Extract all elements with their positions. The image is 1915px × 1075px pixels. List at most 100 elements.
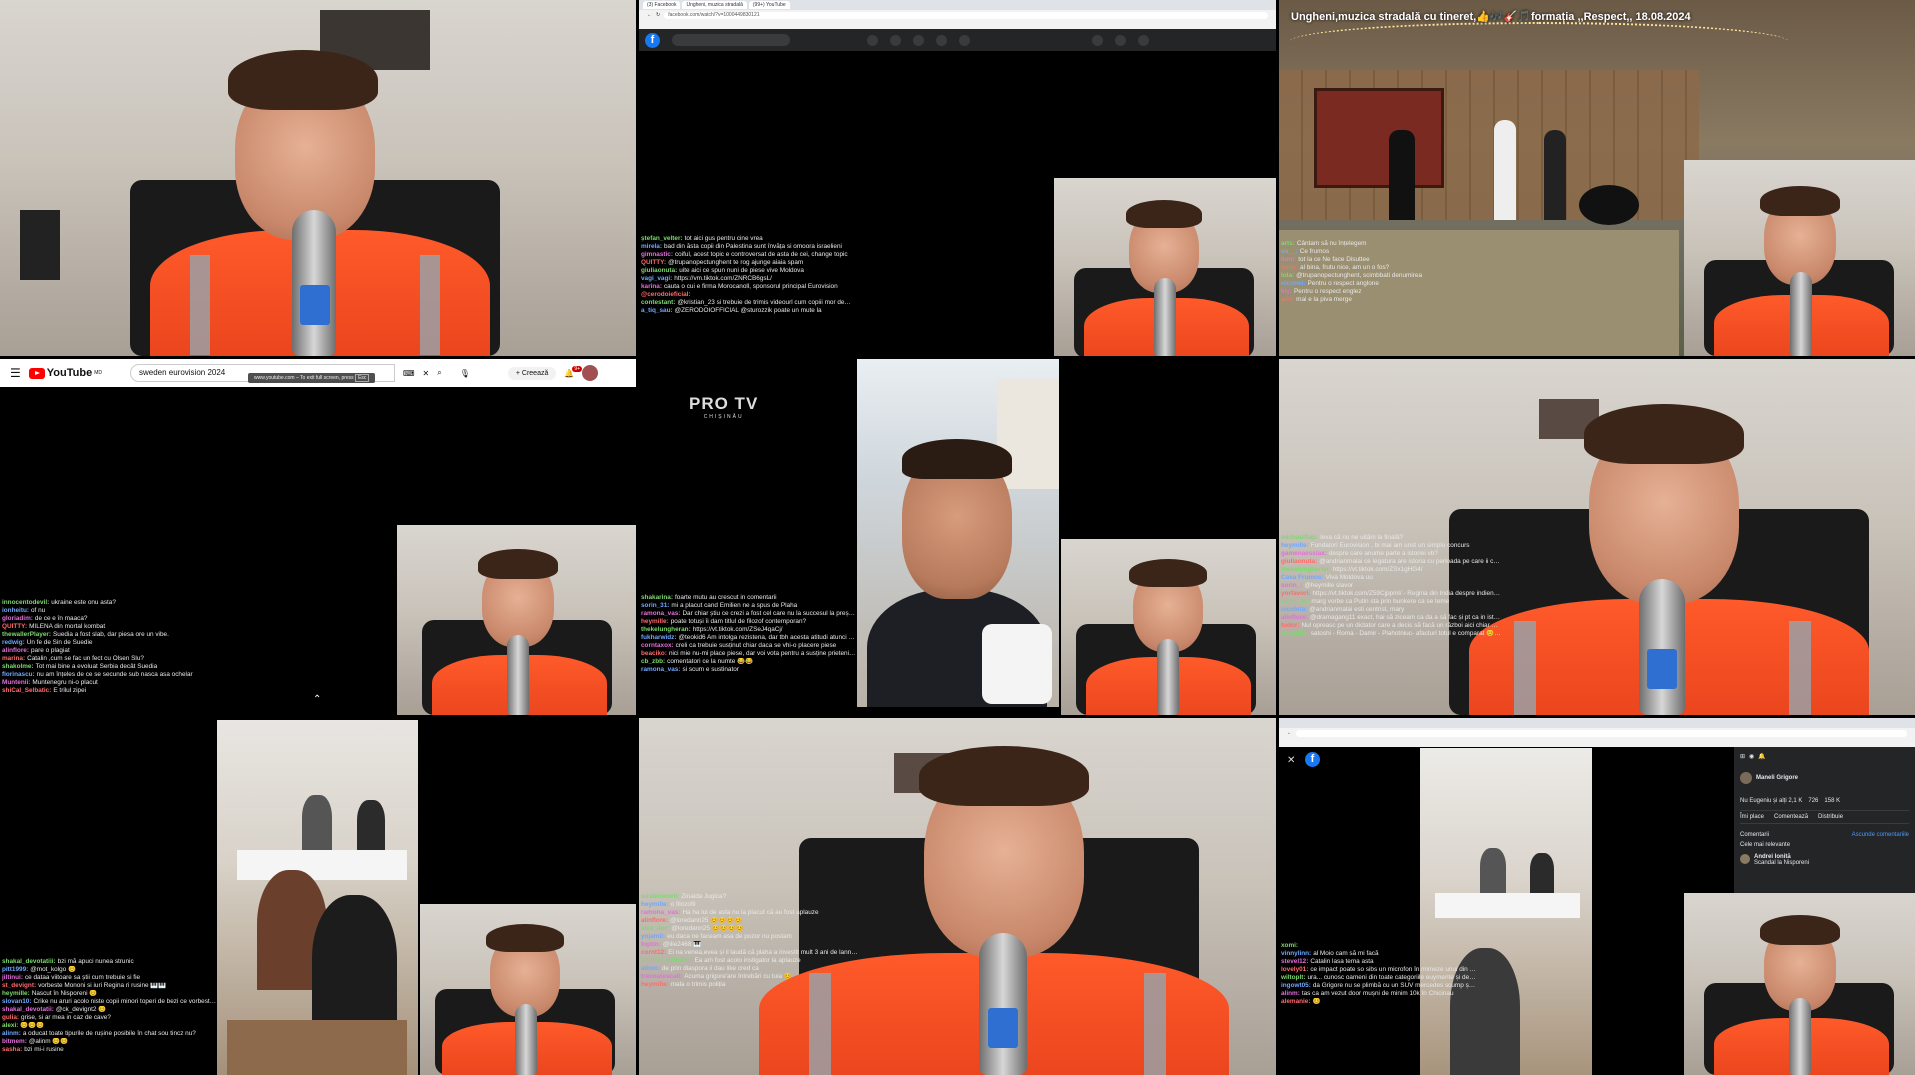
sort-dropdown[interactable]: Cele mai relevante <box>1740 842 1909 848</box>
chat-username[interactable]: pitt1999: <box>2 966 28 973</box>
chat-username[interactable]: michaelflap: <box>1281 534 1318 541</box>
browser-tab[interactable]: (99+) YouTube <box>748 1 790 9</box>
chat-username[interactable]: heymille: <box>641 901 669 908</box>
chat-username[interactable]: heymille: <box>1281 630 1309 637</box>
comments-count[interactable]: 726 <box>1808 798 1818 804</box>
chat-username[interactable]: ramona_vas: <box>641 909 680 916</box>
chat-username[interactable]: heymille: <box>641 618 669 625</box>
chat-username[interactable]: karina: <box>641 283 662 290</box>
chat-username[interactable]: vu__: <box>1281 248 1298 255</box>
chat-username[interactable]: cornt12: <box>641 949 666 956</box>
chat-username[interactable]: alinflore: <box>1281 614 1308 621</box>
chat-username[interactable]: lumi: <box>1281 256 1296 263</box>
chat-username[interactable]: ramona_vas: <box>641 666 680 673</box>
chat-username[interactable]: arts: <box>1281 240 1295 247</box>
chat-username[interactable]: sorin_: <box>1281 582 1302 589</box>
chat-username[interactable]: alinm: <box>1281 990 1300 997</box>
menu-grid-icon[interactable] <box>1092 34 1103 46</box>
nav-icon[interactable] <box>867 34 878 46</box>
browser-tab[interactable]: Ungheni, muzica stradală <box>682 1 747 9</box>
chat-username[interactable]: marina: <box>2 655 25 662</box>
avatar[interactable] <box>582 365 599 381</box>
chat-username[interactable]: gulia: <box>2 1014 19 1021</box>
chat-username[interactable]: sorin_31: <box>641 602 669 609</box>
chat-username[interactable]: lola: <box>1281 272 1294 279</box>
chat-username[interactable]: sasha: <box>2 1046 22 1053</box>
chat-username[interactable]: niconel: <box>1281 280 1306 287</box>
like-button[interactable]: Îmi place <box>1740 814 1764 820</box>
comment-button[interactable]: Comentează <box>1774 814 1808 820</box>
chat-username[interactable]: wiltoplt: <box>1281 974 1306 981</box>
avatar[interactable] <box>1740 772 1752 784</box>
nav-icon[interactable] <box>913 34 924 46</box>
chat-username[interactable]: mirela: <box>641 243 662 250</box>
chat-username[interactable]: stevel12: <box>1281 958 1308 965</box>
avatar[interactable] <box>1740 854 1750 864</box>
chat-username[interactable]: giuliaonuta: <box>641 267 677 274</box>
notifications-icon[interactable]: 🔔 <box>1758 753 1765 760</box>
chat-username[interactable]: alexi: <box>2 1022 18 1029</box>
chat-username[interactable]: toptin: <box>641 941 661 948</box>
chat-username[interactable]: beaciko: <box>641 650 667 657</box>
chat-username[interactable]: alinflore: <box>2 647 29 654</box>
chat-username[interactable]: fukharwidz: <box>641 634 677 641</box>
chat-username[interactable]: corntaxox: <box>641 642 674 649</box>
chat-username[interactable]: Cava Frumos: <box>1281 574 1324 581</box>
chat-username[interactable]: thewallerPlayer: <box>2 631 51 638</box>
chat-username[interactable]: vinnylinn: <box>1281 950 1311 957</box>
chat-username[interactable]: ionheitu: <box>2 607 29 614</box>
chat-username[interactable]: lovely01: <box>1281 966 1308 973</box>
facebook-logo-icon[interactable]: f <box>1305 752 1320 767</box>
chat-username[interactable]: tudor: <box>1281 622 1299 629</box>
clear-search-icon[interactable]: ✕ <box>423 369 430 378</box>
chat-username[interactable]: innocentodevil: <box>2 599 49 606</box>
post-author[interactable]: Maneli Grigore <box>1756 775 1798 781</box>
messenger-icon[interactable] <box>1115 34 1126 46</box>
chat-username[interactable]: gimnastic: <box>641 251 673 258</box>
messenger-icon[interactable]: ◉ <box>1749 753 1754 760</box>
chat-username[interactable]: contestant: <box>641 299 675 306</box>
search-icon[interactable]: ⌕ <box>437 368 441 378</box>
create-button[interactable]: + Creează <box>507 366 557 380</box>
chat-username[interactable]: thekelungheran: <box>641 626 691 633</box>
chat-username[interactable]: QUITTY: <box>2 623 27 630</box>
chat-username[interactable]: ramona_vas: <box>641 610 680 617</box>
facebook-logo-icon[interactable]: f <box>645 32 660 48</box>
menu-grid-icon[interactable]: ⊞ <box>1740 753 1745 760</box>
chat-username[interactable]: sorin_31: <box>1281 598 1309 605</box>
chat-username[interactable]: sustenatorii: <box>641 893 679 900</box>
chat-username[interactable]: redwig: <box>2 639 25 646</box>
chat-username[interactable]: ștefan_velter: <box>641 235 683 242</box>
chat-username[interactable]: shakal_devotatiii: <box>2 958 56 965</box>
chat-username[interactable]: heymille: <box>641 981 669 988</box>
chat-username[interactable]: heymille: <box>2 990 30 997</box>
chat-username[interactable]: jiltinui: <box>2 974 23 981</box>
reactions-count[interactable]: Nu Eugeniu și alți 2,1 K <box>1740 798 1802 804</box>
nav-icon[interactable] <box>890 34 901 46</box>
chat-username[interactable]: treimatescall: <box>641 973 682 980</box>
chat-username[interactable]: QUITTY: <box>641 259 666 266</box>
close-icon[interactable]: ✕ <box>1287 755 1295 766</box>
chat-username[interactable]: alinm: <box>2 1030 21 1037</box>
browser-tab[interactable]: (3) Facebook <box>643 1 681 9</box>
chat-username[interactable]: kiy: <box>1281 288 1292 295</box>
chat-username[interactable]: heymille: <box>1281 542 1309 549</box>
chat-username[interactable]: shakolme: <box>2 663 34 670</box>
chat-username[interactable]: yojamil: <box>641 933 665 940</box>
chat-username[interactable]: gamenaessiax: <box>1281 550 1327 557</box>
chat-username[interactable]: thekelungheran: <box>1281 566 1331 573</box>
chat-username[interactable]: ingowt05: <box>1281 982 1311 989</box>
chat-username[interactable]: @cerodoieficial: <box>641 291 691 298</box>
hamburger-menu-icon[interactable]: ☰ <box>10 366 21 380</box>
chat-username[interactable]: alemanie: <box>1281 998 1310 1005</box>
address-bar[interactable]: facebook.com/watch/?v=1000449830121 <box>664 11 1268 19</box>
chevron-up-icon[interactable]: ⌃ <box>313 694 321 705</box>
youtube-logo[interactable]: YouTube MD <box>28 367 102 379</box>
chat-username[interactable]: nicoleta: <box>1281 606 1307 613</box>
chat-username[interactable]: vagi_vagi: <box>641 275 672 282</box>
back-icon[interactable]: ← <box>1287 730 1292 736</box>
chat-username[interactable]: yorfavori: <box>1281 590 1310 597</box>
mic-icon[interactable]: 🎙 <box>460 369 470 378</box>
nav-icon[interactable] <box>959 34 970 46</box>
chat-username[interactable]: a_tiq_sau: <box>641 307 673 314</box>
